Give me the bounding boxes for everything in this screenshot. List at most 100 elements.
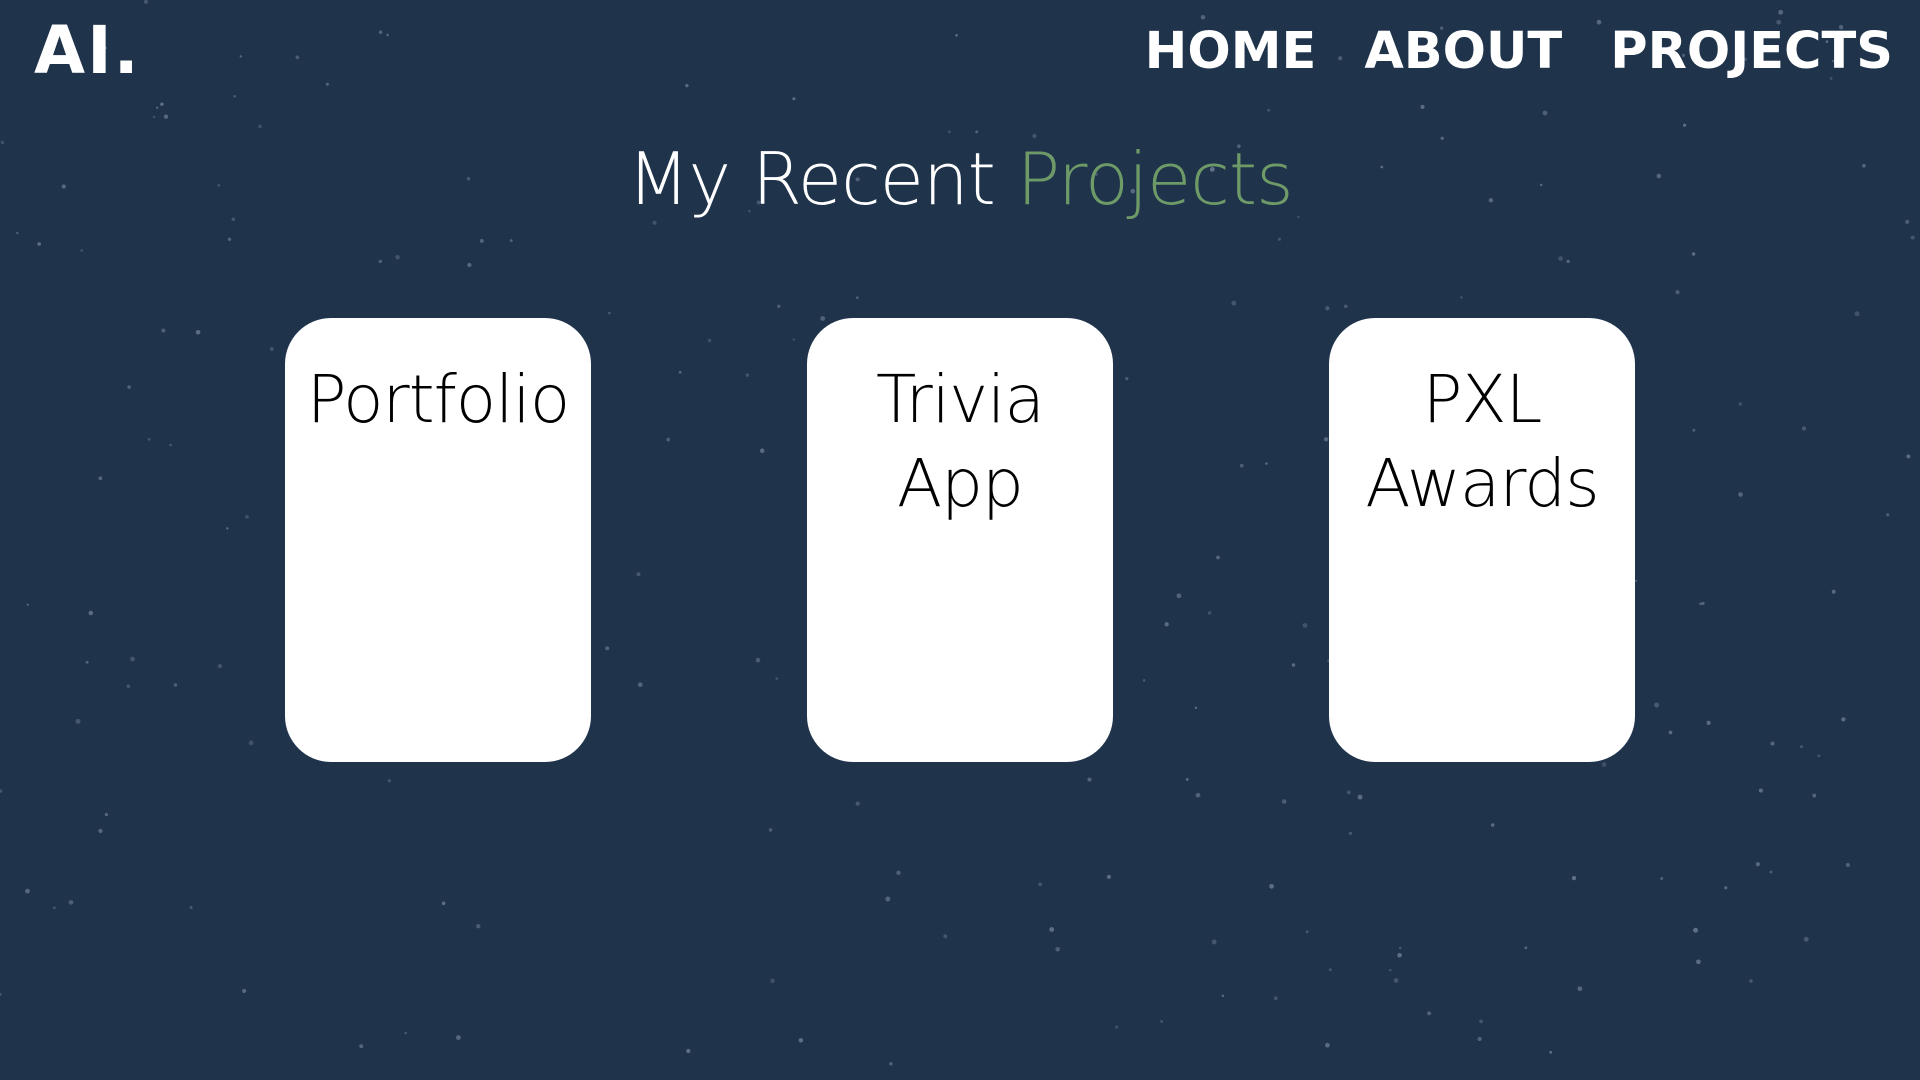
- star-dot: [1087, 777, 1092, 782]
- star-dot: [1277, 237, 1282, 241]
- star-dot: [378, 259, 383, 264]
- star-dot: [98, 828, 103, 834]
- star-dot: [1841, 717, 1846, 722]
- star-dot: [1577, 986, 1583, 992]
- star-dot: [820, 316, 826, 321]
- star-dot: [269, 347, 274, 351]
- project-card-title: Trivia App: [876, 361, 1045, 522]
- star-dot: [1549, 1050, 1553, 1054]
- star-dot: [1566, 259, 1570, 264]
- star-dot: [1164, 622, 1169, 627]
- star-dot: [1115, 1025, 1119, 1029]
- star-dot: [1706, 720, 1711, 725]
- star-dot: [948, 130, 951, 133]
- project-card-title: PXL Awards: [1365, 361, 1599, 522]
- star-dot: [1724, 886, 1728, 890]
- star-dot: [1106, 874, 1111, 879]
- star-dot: [1325, 1042, 1330, 1048]
- star-dot: [1490, 823, 1495, 827]
- star-dot: [1176, 593, 1182, 599]
- project-card-trivia-app[interactable]: Trivia App: [807, 318, 1113, 762]
- star-dot: [1397, 953, 1402, 958]
- star-dot: [1195, 792, 1201, 798]
- star-dot: [88, 610, 94, 616]
- star-dot: [1427, 1011, 1432, 1016]
- star-dot: [1691, 252, 1696, 256]
- star-dot: [152, 115, 156, 119]
- star-dot: [395, 254, 400, 260]
- project-card-portfolio[interactable]: Portfolio: [285, 318, 591, 762]
- star-dot: [798, 1038, 804, 1043]
- star-dot: [1420, 104, 1425, 109]
- star-dot: [1738, 402, 1742, 406]
- star-dot: [189, 905, 193, 910]
- star-dot: [1194, 706, 1198, 710]
- star-dot: [1393, 978, 1399, 983]
- star-dot: [1398, 946, 1402, 950]
- star-dot: [80, 248, 84, 252]
- star-dot: [1055, 946, 1061, 952]
- star-dot: [1654, 702, 1660, 708]
- star-dot: [1142, 679, 1146, 682]
- star-dot: [1601, 762, 1607, 767]
- star-dot: [217, 663, 223, 669]
- star-dot: [1571, 875, 1577, 881]
- page-title-accent: Projects: [1016, 137, 1294, 221]
- project-card-pxl-awards[interactable]: PXL Awards: [1329, 318, 1635, 762]
- star-dot: [943, 934, 948, 939]
- star-dot: [1346, 790, 1351, 795]
- star-dot: [127, 385, 131, 389]
- nav-home-link[interactable]: HOME: [1145, 23, 1317, 80]
- star-dot: [1231, 300, 1237, 306]
- star-dot: [855, 296, 859, 300]
- star-dot: [1660, 877, 1664, 880]
- star-dot: [1683, 123, 1687, 127]
- star-dot: [1267, 108, 1271, 112]
- star-dot: [1460, 296, 1463, 299]
- star-dot: [1738, 492, 1743, 497]
- star-dot: [85, 660, 89, 664]
- star-dot: [1357, 794, 1363, 800]
- star-dot: [233, 95, 236, 98]
- star-dot: [173, 683, 178, 687]
- star-dot: [1778, 9, 1784, 15]
- star-dot: [26, 603, 29, 606]
- star-dot: [104, 812, 109, 817]
- page-title: My Recent Projects: [0, 137, 1920, 221]
- star-dot: [1845, 862, 1850, 868]
- star-dot: [1800, 745, 1803, 748]
- star-dot: [1344, 304, 1348, 309]
- star-dot: [755, 657, 761, 663]
- star-dot: [239, 55, 242, 58]
- star-dot: [885, 896, 891, 902]
- star-dot: [855, 801, 860, 806]
- star-dot: [387, 779, 391, 783]
- star-dot: [777, 304, 781, 308]
- star-dot: [889, 1062, 893, 1066]
- star-dot: [770, 978, 775, 984]
- star-dot: [896, 870, 901, 875]
- nav-about-link[interactable]: ABOUT: [1364, 23, 1562, 80]
- star-dot: [359, 1044, 364, 1049]
- project-card-title: Portfolio: [306, 361, 571, 438]
- star-dot: [685, 83, 689, 88]
- star-dot: [155, 106, 159, 109]
- star-dot: [1696, 959, 1701, 965]
- star-dot: [1160, 1019, 1164, 1023]
- star-dot: [1348, 831, 1352, 835]
- page-title-main: My Recent: [627, 137, 1017, 221]
- star-dot: [1812, 793, 1817, 798]
- logo[interactable]: AI.: [34, 18, 141, 84]
- nav-projects-link[interactable]: PROJECTS: [1610, 23, 1893, 80]
- star-dot: [126, 684, 131, 688]
- star-dot: [169, 443, 172, 447]
- star-dot: [75, 718, 81, 724]
- star-dot: [1125, 376, 1129, 381]
- star-dot: [678, 370, 682, 374]
- star-dot: [479, 238, 484, 243]
- star-dot: [1770, 741, 1775, 746]
- star-dot: [759, 448, 765, 454]
- star-dot: [1668, 730, 1673, 735]
- star-dot: [1755, 862, 1760, 867]
- star-dot: [386, 33, 389, 37]
